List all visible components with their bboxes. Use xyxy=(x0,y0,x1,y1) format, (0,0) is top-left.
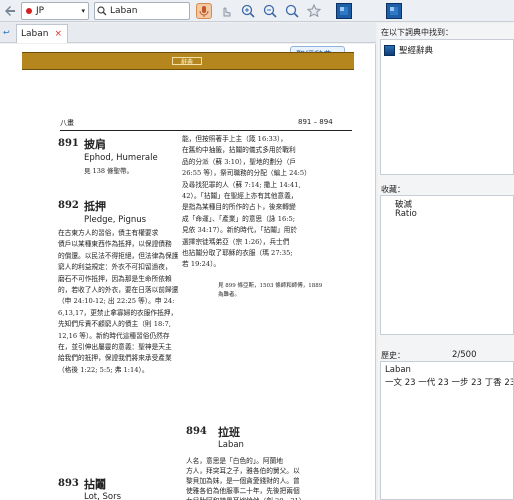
book-icon xyxy=(340,7,348,15)
entry-number: 891 xyxy=(58,138,79,149)
search-query: Laban xyxy=(110,6,138,16)
dictionary-item-label: 聖經辭典 xyxy=(399,46,434,56)
entry-body: 在古東方人的習俗，債主有權要求 債戶以某種東西作為抵押，以保證債務 的償還。以民… xyxy=(58,229,179,374)
book-icon xyxy=(384,44,395,56)
new-tab-icon[interactable]: ↩ xyxy=(3,28,10,37)
flag-icon xyxy=(26,8,32,14)
star-icon xyxy=(307,4,321,18)
search-icon xyxy=(97,6,107,16)
scan-popup-button[interactable] xyxy=(218,3,234,19)
entry-headword: 抵押 xyxy=(84,200,106,213)
entry-number: 892 xyxy=(58,200,79,211)
book-icon xyxy=(390,7,398,15)
entry-headword: 拉班 xyxy=(218,426,240,439)
zoom-in-icon xyxy=(241,4,255,18)
entry-latin: Lot, Sors xyxy=(84,492,122,500)
dictionary-item[interactable]: 聖經辭典 xyxy=(384,44,433,56)
entry-latin: Ephod, Humerale xyxy=(84,153,158,163)
page-header-right: 891 – 894 xyxy=(298,118,333,126)
page-header-left: 八畫 xyxy=(60,119,74,127)
favorites-list: 破滅 Ratio xyxy=(380,195,514,335)
history-count: 2/500 xyxy=(452,350,477,360)
found-dictionaries-list: 聖經辭典 xyxy=(380,39,514,175)
dictionary-group-button[interactable] xyxy=(386,3,402,19)
zoom-out-icon xyxy=(263,4,277,18)
close-icon[interactable]: × xyxy=(54,29,62,39)
banner-mark: 辭典 xyxy=(172,57,202,66)
arrow-left-icon xyxy=(5,6,15,16)
entry-body: 能，但按照著手上主（箴 16:33）， 在舊約中抽籤，拈鬮的儀式多用於戰利 品的… xyxy=(182,135,311,269)
history-label: 歷史： xyxy=(381,351,405,360)
entry-headword: 披肩 xyxy=(84,138,106,151)
favorites-label: 收藏： xyxy=(381,185,405,194)
divider xyxy=(60,130,352,131)
favorite-button[interactable] xyxy=(306,3,322,19)
zoom-reset-button[interactable] xyxy=(284,3,300,19)
zoom-reset-icon xyxy=(285,4,299,18)
scanned-page: 辭典 八畫 891 – 894 891 披肩 Ephod, Humerale 見… xyxy=(22,52,354,500)
entry-number: 893 xyxy=(58,478,79,489)
favorite-item[interactable]: Ratio xyxy=(395,209,417,219)
entry-latin: Pledge, Pignus xyxy=(84,215,147,225)
zoom-out-button[interactable] xyxy=(262,3,278,19)
main-toolbar: JP ▾ Laban xyxy=(0,0,514,22)
zoom-in-button[interactable] xyxy=(240,3,256,19)
tab-laban[interactable]: Laban × xyxy=(16,24,68,43)
microphone-icon xyxy=(199,6,209,17)
hand-pointer-icon xyxy=(223,7,231,17)
dictionary-toggle-button[interactable] xyxy=(336,3,352,19)
entry-latin: Laban xyxy=(218,440,244,450)
tab-bar: ↩ Laban × xyxy=(0,23,376,43)
side-panel: 在以下詞典中找到： 聖經辭典 收藏： 破滅 Ratio 歷史： 2/500 La… xyxy=(378,23,514,500)
article-view: 聖經辭典 ▾ 辭典 八畫 891 – 894 891 披肩 Ephod, Hum… xyxy=(0,44,376,500)
entry-number: 894 xyxy=(186,426,207,437)
tab-title: Laban xyxy=(21,29,49,39)
history-item[interactable]: Laban xyxy=(385,365,411,375)
chevron-down-icon: ▾ xyxy=(81,7,85,15)
footnote: 見 899 條亞斯，1503 條師和師傅，1889 為難者。 xyxy=(218,283,323,298)
pronounce-button[interactable] xyxy=(196,3,212,19)
history-list: Laban 一文 23 一代 23 一步 23 丁香 23 七 23 xyxy=(380,361,514,500)
entry-reference: 見 138 條聖帶。 xyxy=(84,167,134,175)
page-banner: 辭典 xyxy=(22,52,354,70)
search-input[interactable]: Laban xyxy=(94,2,190,20)
history-item[interactable]: 一文 23 一代 23 一步 23 丁香 23 七 23 xyxy=(385,376,513,388)
entry-body: 人名，意思是「白色的」。阿蘭地 方人，拜突耳之子，雅各伯的舅父。以 黎貝加為妹，… xyxy=(186,457,309,500)
found-in-label: 在以下詞典中找到： xyxy=(381,28,453,37)
back-button[interactable] xyxy=(2,3,18,19)
language-code: JP xyxy=(36,6,45,16)
entry-headword: 拈鬮 xyxy=(84,478,106,491)
language-selector[interactable]: JP ▾ xyxy=(21,2,89,20)
